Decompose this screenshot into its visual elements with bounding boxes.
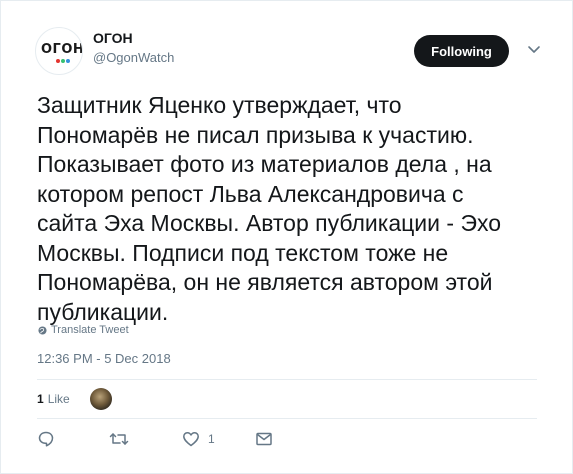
display-name[interactable]: ОГОН: [93, 29, 174, 47]
liker-avatar[interactable]: [90, 388, 112, 410]
reply-button[interactable]: [37, 429, 63, 449]
likes-count[interactable]: 1: [37, 392, 44, 406]
chevron-down-icon[interactable]: [524, 39, 544, 59]
divider: [37, 418, 537, 419]
divider: [37, 379, 537, 380]
avatar-dot-red: [56, 59, 60, 63]
account-avatar[interactable]: ОГОН: [35, 27, 83, 75]
following-button[interactable]: Following: [414, 35, 509, 67]
screen-name[interactable]: @OgonWatch: [93, 49, 174, 67]
tweet-actions: 1: [37, 429, 297, 449]
tweet-card: ОГОН ОГОН @OgonWatch Following Защитник …: [0, 0, 573, 474]
globe-icon: [38, 325, 47, 335]
translate-tweet-label[interactable]: Translate Tweet: [51, 324, 129, 336]
tweet-timestamp[interactable]: 12:36 PM - 5 Dec 2018: [37, 351, 171, 366]
avatar-logo-text: ОГОН: [41, 42, 83, 57]
tweet-stats: 1 Like: [37, 380, 112, 418]
direct-message-button[interactable]: [255, 429, 273, 449]
tweet-text: Защитник Яценко утверждает, что Пономарё…: [37, 92, 502, 325]
avatar-dot-green: [61, 59, 65, 63]
heart-icon: [183, 432, 199, 447]
envelope-icon: [256, 432, 272, 446]
like-button[interactable]: 1: [182, 429, 215, 449]
reply-icon: [38, 431, 54, 447]
likes-label[interactable]: Like: [48, 392, 70, 406]
translate-tweet-link[interactable]: Translate Tweet: [38, 324, 129, 336]
like-count: 1: [208, 432, 215, 446]
account-names: ОГОН @OgonWatch: [93, 29, 174, 67]
retweet-button[interactable]: [109, 429, 137, 449]
retweet-icon: [109, 433, 129, 445]
tweet-header: ОГОН ОГОН @OgonWatch Following: [35, 27, 545, 77]
avatar-dot-blue: [66, 59, 70, 63]
